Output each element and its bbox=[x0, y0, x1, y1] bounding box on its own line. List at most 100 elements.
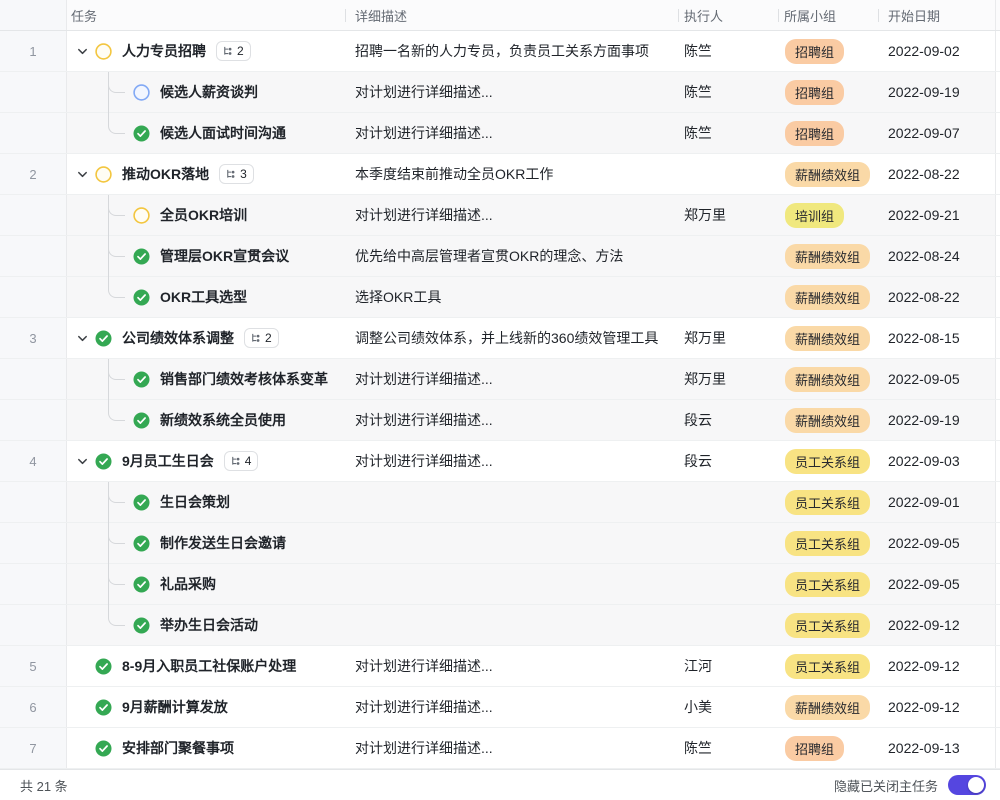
status-done-icon[interactable] bbox=[133, 125, 150, 142]
status-done-icon[interactable] bbox=[133, 289, 150, 306]
table-row[interactable]: 69月薪酬计算发放对计划进行详细描述...小美薪酬绩效组2022-09-12 bbox=[0, 687, 1000, 728]
description-cell[interactable] bbox=[345, 523, 678, 563]
executor-cell[interactable]: 陈竺 bbox=[678, 72, 778, 112]
description-cell[interactable]: 选择OKR工具 bbox=[345, 277, 678, 317]
group-cell[interactable]: 招聘组 bbox=[778, 113, 878, 153]
start-date-cell[interactable]: 2022-08-24 bbox=[878, 236, 995, 276]
status-done-icon[interactable] bbox=[95, 453, 112, 470]
expand-chevron[interactable] bbox=[77, 333, 95, 344]
expand-chevron[interactable] bbox=[77, 456, 95, 467]
group-pill[interactable]: 薪酬绩效组 bbox=[785, 326, 870, 351]
description-cell[interactable]: 对计划进行详细描述... bbox=[345, 195, 678, 235]
status-done-icon[interactable] bbox=[133, 494, 150, 511]
group-pill[interactable]: 员工关系组 bbox=[785, 613, 870, 638]
description-cell[interactable]: 对计划进行详细描述... bbox=[345, 359, 678, 399]
group-pill[interactable]: 员工关系组 bbox=[785, 531, 870, 556]
executor-cell[interactable] bbox=[678, 236, 778, 276]
group-pill[interactable]: 培训组 bbox=[785, 203, 844, 228]
task-cell[interactable]: 安排部门聚餐事项 bbox=[67, 728, 345, 768]
task-cell[interactable]: OKR工具选型 bbox=[67, 277, 345, 317]
description-cell[interactable]: 对计划进行详细描述... bbox=[345, 441, 678, 481]
executor-cell[interactable]: 郑万里 bbox=[678, 359, 778, 399]
table-row[interactable]: 49月员工生日会4对计划进行详细描述...段云员工关系组2022-09-03 bbox=[0, 441, 1000, 482]
group-cell[interactable]: 薪酬绩效组 bbox=[778, 154, 878, 194]
status-progress-icon[interactable] bbox=[95, 43, 112, 60]
description-cell[interactable] bbox=[345, 482, 678, 522]
start-date-cell[interactable]: 2022-09-02 bbox=[878, 31, 995, 71]
start-date-cell[interactable]: 2022-09-07 bbox=[878, 113, 995, 153]
executor-cell[interactable]: 小美 bbox=[678, 687, 778, 727]
subtask-count-badge[interactable]: 2 bbox=[244, 328, 279, 348]
start-date-cell[interactable]: 2022-09-13 bbox=[878, 728, 995, 768]
group-cell[interactable]: 培训组 bbox=[778, 195, 878, 235]
status-done-icon[interactable] bbox=[95, 330, 112, 347]
task-cell[interactable]: 人力专员招聘2 bbox=[67, 31, 345, 71]
group-pill[interactable]: 员工关系组 bbox=[785, 449, 870, 474]
column-header-executor[interactable]: 执行人 bbox=[678, 0, 778, 30]
executor-cell[interactable]: 郑万里 bbox=[678, 195, 778, 235]
description-cell[interactable]: 调整公司绩效体系，并上线新的360绩效管理工具 bbox=[345, 318, 678, 358]
table-row[interactable]: 全员OKR培训对计划进行详细描述...郑万里培训组2022-09-21 bbox=[0, 195, 1000, 236]
task-cell[interactable]: 公司绩效体系调整2 bbox=[67, 318, 345, 358]
group-cell[interactable]: 薪酬绩效组 bbox=[778, 359, 878, 399]
executor-cell[interactable] bbox=[678, 277, 778, 317]
status-progress-icon[interactable] bbox=[95, 166, 112, 183]
group-cell[interactable]: 薪酬绩效组 bbox=[778, 318, 878, 358]
executor-cell[interactable] bbox=[678, 154, 778, 194]
group-pill[interactable]: 薪酬绩效组 bbox=[785, 695, 870, 720]
row-number-cell[interactable]: 7 bbox=[0, 728, 67, 768]
task-cell[interactable]: 销售部门绩效考核体系变革 bbox=[67, 359, 345, 399]
task-cell[interactable]: 举办生日会活动 bbox=[67, 605, 345, 645]
description-cell[interactable]: 对计划进行详细描述... bbox=[345, 400, 678, 440]
executor-cell[interactable]: 段云 bbox=[678, 441, 778, 481]
executor-cell[interactable] bbox=[678, 605, 778, 645]
executor-cell[interactable]: 江河 bbox=[678, 646, 778, 686]
start-date-cell[interactable]: 2022-09-05 bbox=[878, 359, 995, 399]
group-pill[interactable]: 薪酬绩效组 bbox=[785, 285, 870, 310]
subtask-count-badge[interactable]: 4 bbox=[224, 451, 259, 471]
description-cell[interactable]: 招聘一名新的人力专员，负责员工关系方面事项 bbox=[345, 31, 678, 71]
table-row[interactable]: 管理层OKR宣贯会议优先给中高层管理者宣贯OKR的理念、方法薪酬绩效组2022-… bbox=[0, 236, 1000, 277]
start-date-cell[interactable]: 2022-09-05 bbox=[878, 523, 995, 563]
description-cell[interactable]: 本季度结束前推动全员OKR工作 bbox=[345, 154, 678, 194]
column-header-group[interactable]: 所属小组 bbox=[778, 0, 878, 30]
description-cell[interactable]: 优先给中高层管理者宣贯OKR的理念、方法 bbox=[345, 236, 678, 276]
executor-cell[interactable] bbox=[678, 523, 778, 563]
status-done-icon[interactable] bbox=[95, 740, 112, 757]
group-pill[interactable]: 员工关系组 bbox=[785, 490, 870, 515]
start-date-cell[interactable]: 2022-09-05 bbox=[878, 564, 995, 604]
group-cell[interactable]: 招聘组 bbox=[778, 728, 878, 768]
row-number-cell[interactable]: 4 bbox=[0, 441, 67, 481]
expand-chevron[interactable] bbox=[77, 46, 95, 57]
start-date-cell[interactable]: 2022-09-19 bbox=[878, 400, 995, 440]
group-cell[interactable]: 员工关系组 bbox=[778, 441, 878, 481]
row-number-cell[interactable]: 5 bbox=[0, 646, 67, 686]
status-todo-icon[interactable] bbox=[133, 84, 150, 101]
column-header-start-date[interactable]: 开始日期 bbox=[878, 0, 995, 30]
row-number-cell[interactable]: 3 bbox=[0, 318, 67, 358]
status-done-icon[interactable] bbox=[133, 412, 150, 429]
chevron-down-icon[interactable] bbox=[77, 333, 88, 344]
group-pill[interactable]: 薪酬绩效组 bbox=[785, 367, 870, 392]
expand-chevron[interactable] bbox=[77, 169, 95, 180]
start-date-cell[interactable]: 2022-09-03 bbox=[878, 441, 995, 481]
group-pill[interactable]: 招聘组 bbox=[785, 80, 844, 105]
start-date-cell[interactable]: 2022-09-19 bbox=[878, 72, 995, 112]
group-pill[interactable]: 薪酬绩效组 bbox=[785, 244, 870, 269]
group-cell[interactable]: 员工关系组 bbox=[778, 482, 878, 522]
start-date-cell[interactable]: 2022-09-21 bbox=[878, 195, 995, 235]
row-number-cell[interactable]: 2 bbox=[0, 154, 67, 194]
group-pill[interactable]: 招聘组 bbox=[785, 736, 844, 761]
start-date-cell[interactable]: 2022-09-12 bbox=[878, 605, 995, 645]
group-pill[interactable]: 员工关系组 bbox=[785, 572, 870, 597]
group-pill[interactable]: 招聘组 bbox=[785, 39, 844, 64]
start-date-cell[interactable]: 2022-09-12 bbox=[878, 687, 995, 727]
start-date-cell[interactable]: 2022-09-01 bbox=[878, 482, 995, 522]
group-cell[interactable]: 薪酬绩效组 bbox=[778, 277, 878, 317]
table-row[interactable]: 1人力专员招聘2招聘一名新的人力专员，负责员工关系方面事项陈竺招聘组2022-0… bbox=[0, 31, 1000, 72]
group-cell[interactable]: 招聘组 bbox=[778, 31, 878, 71]
group-pill[interactable]: 薪酬绩效组 bbox=[785, 408, 870, 433]
executor-cell[interactable] bbox=[678, 564, 778, 604]
subtask-count-badge[interactable]: 3 bbox=[219, 164, 254, 184]
description-cell[interactable]: 对计划进行详细描述... bbox=[345, 72, 678, 112]
